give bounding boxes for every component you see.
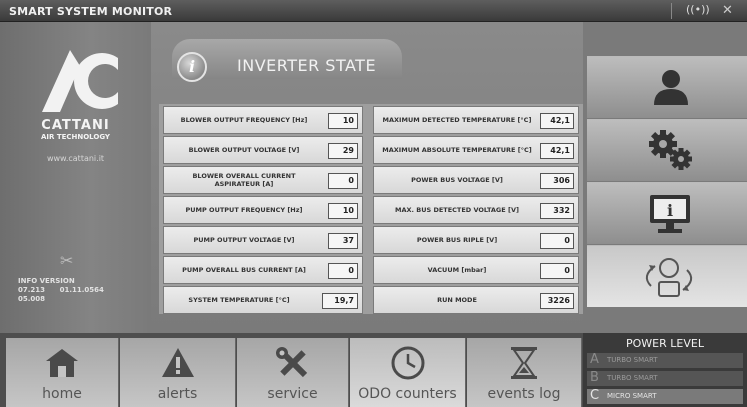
power-level-panel: POWER LEVEL A TURBO SMART B TURBO SMART … (583, 333, 747, 407)
reading-label: POWER BUS RIPLE [V] (416, 236, 498, 244)
reading-value: 42,1 (540, 113, 574, 129)
gears-icon (649, 130, 692, 170)
nav-odo-counters-label: ODO counters (358, 386, 457, 402)
reading-label: BLOWER OUTPUT VOLTAGE [V] (188, 146, 300, 154)
reading-value: 29 (328, 143, 358, 159)
reading-row: BLOWER OVERALL CURRENT ASPIRATEUR [A] 0 (163, 166, 363, 194)
title-bar: SMART SYSTEM MONITOR ((•)) ✕ (0, 0, 747, 22)
reading-row: MAXIMUM DETECTED TEMPERATURE [°C] 42,1 (373, 106, 579, 134)
close-icon[interactable]: ✕ (722, 3, 733, 18)
monitor-info-button[interactable]: i (587, 182, 747, 244)
svg-text:i: i (667, 201, 673, 220)
reading-label: PUMP OVERALL BUS CURRENT [A] (182, 266, 306, 274)
clock-icon (391, 346, 424, 380)
reading-row: RUN MODE 3226 (373, 286, 579, 314)
monitor-info-icon: i (650, 195, 690, 233)
nav-service[interactable]: service (237, 338, 349, 407)
reading-value: 10 (328, 203, 358, 219)
wireless-signal-icon[interactable]: ((•)) (686, 3, 710, 16)
nav-events-log[interactable]: events log (467, 338, 582, 407)
reading-value: 332 (540, 203, 574, 219)
info-version-line2: 05.008 (18, 295, 46, 303)
title-divider (671, 3, 672, 19)
power-option-label: MICRO SMART (607, 392, 657, 400)
power-option-label: TURBO SMART (607, 374, 658, 382)
reading-label: SYSTEM TEMPERATURE [°C] (188, 296, 290, 304)
brand-url[interactable]: www.cattani.it (0, 154, 151, 163)
info-version-line1: 07.213 01.11.0564 (18, 286, 104, 294)
reading-row: PUMP OUTPUT VOLTAGE [V] 37 (163, 226, 363, 254)
reading-label: BLOWER OUTPUT FREQUENCY [Hz] (180, 116, 308, 124)
info-version: INFO VERSION 07.213 01.11.0564 05.008 (18, 277, 104, 304)
reading-label: POWER BUS VOLTAGE [V] (411, 176, 503, 184)
sync-icon (645, 258, 693, 297)
settings-button[interactable] (587, 119, 747, 181)
reading-label: BLOWER OVERALL CURRENT ASPIRATEUR [A] (192, 172, 296, 188)
power-option-letter: C (590, 388, 600, 403)
reading-value: 0 (328, 263, 358, 279)
reading-value: 42,1 (540, 143, 574, 159)
sidebar: CATTANI AIR TECHNOLOGY www.cattani.it ✂ … (0, 22, 151, 333)
user-button[interactable] (587, 56, 747, 118)
power-level-title: POWER LEVEL (626, 337, 704, 350)
tools-icon (275, 347, 307, 378)
nav-service-label: service (267, 386, 318, 402)
reading-row: SYSTEM TEMPERATURE [°C] 19,7 (163, 286, 363, 314)
info-icon: i (177, 52, 207, 82)
nav-odo-counters[interactable]: ODO counters (350, 338, 466, 407)
reading-row: POWER BUS RIPLE [V] 0 (373, 226, 579, 254)
reading-value: 0 (328, 173, 358, 189)
reading-value: 3226 (540, 293, 574, 309)
power-option-c[interactable]: C MICRO SMART (587, 388, 743, 404)
power-option-label: TURBO SMART (607, 356, 658, 364)
reading-row: BLOWER OUTPUT FREQUENCY [Hz] 10 (163, 106, 363, 134)
window-title: SMART SYSTEM MONITOR (9, 5, 173, 18)
sync-button[interactable] (587, 245, 747, 307)
reading-label: VACUUM [mbar] (427, 266, 487, 274)
hourglass-icon (511, 347, 537, 379)
cattani-logo (42, 50, 118, 112)
brand-name: CATTANI (41, 118, 110, 133)
panel-title: INVERTER STATE (237, 56, 377, 75)
nav-events-log-label: events log (487, 386, 561, 402)
nav-home-label: home (42, 386, 82, 402)
reading-label: MAXIMUM ABSOLUTE TEMPERATURE [°C] (382, 146, 532, 154)
tools-icon: ✂ (60, 251, 74, 270)
reading-value: 306 (540, 173, 574, 189)
reading-row: MAXIMUM ABSOLUTE TEMPERATURE [°C] 42,1 (373, 136, 579, 164)
brand-tagline: AIR TECHNOLOGY (40, 133, 111, 141)
reading-row: POWER BUS VOLTAGE [V] 306 (373, 166, 579, 194)
power-option-a[interactable]: A TURBO SMART (587, 352, 743, 368)
reading-row: PUMP OVERALL BUS CURRENT [A] 0 (163, 256, 363, 284)
reading-row: PUMP OUTPUT FREQUENCY [Hz] 10 (163, 196, 363, 224)
reading-label: RUN MODE (437, 296, 477, 304)
main-panel: i INVERTER STATE BLOWER OUTPUT FREQUENCY… (151, 22, 583, 333)
reading-value: 19,7 (322, 293, 358, 309)
alert-icon (161, 348, 194, 377)
power-option-letter: A (590, 352, 599, 367)
reading-label: PUMP OUTPUT FREQUENCY [Hz] (185, 206, 303, 214)
power-option-b[interactable]: B TURBO SMART (587, 370, 743, 386)
power-option-letter: B (590, 370, 599, 385)
user-icon (654, 70, 688, 105)
reading-value: 10 (328, 113, 358, 129)
home-icon (46, 349, 78, 377)
reading-row: BLOWER OUTPUT VOLTAGE [V] 29 (163, 136, 363, 164)
reading-label: MAX. BUS DETECTED VOLTAGE [V] (395, 206, 519, 214)
nav-alerts[interactable]: alerts (120, 338, 236, 407)
reading-label: PUMP OUTPUT VOLTAGE [V] (193, 236, 295, 244)
reading-row: VACUUM [mbar] 0 (373, 256, 579, 284)
reading-value: 0 (540, 233, 574, 249)
nav-alerts-label: alerts (157, 386, 198, 402)
side-menu: i (583, 22, 747, 333)
reading-value: 37 (328, 233, 358, 249)
reading-value: 0 (540, 263, 574, 279)
info-version-label: INFO VERSION (18, 277, 75, 285)
reading-row: MAX. BUS DETECTED VOLTAGE [V] 332 (373, 196, 579, 224)
reading-label: MAXIMUM DETECTED TEMPERATURE [°C] (382, 116, 532, 124)
nav-home[interactable]: home (6, 338, 119, 407)
